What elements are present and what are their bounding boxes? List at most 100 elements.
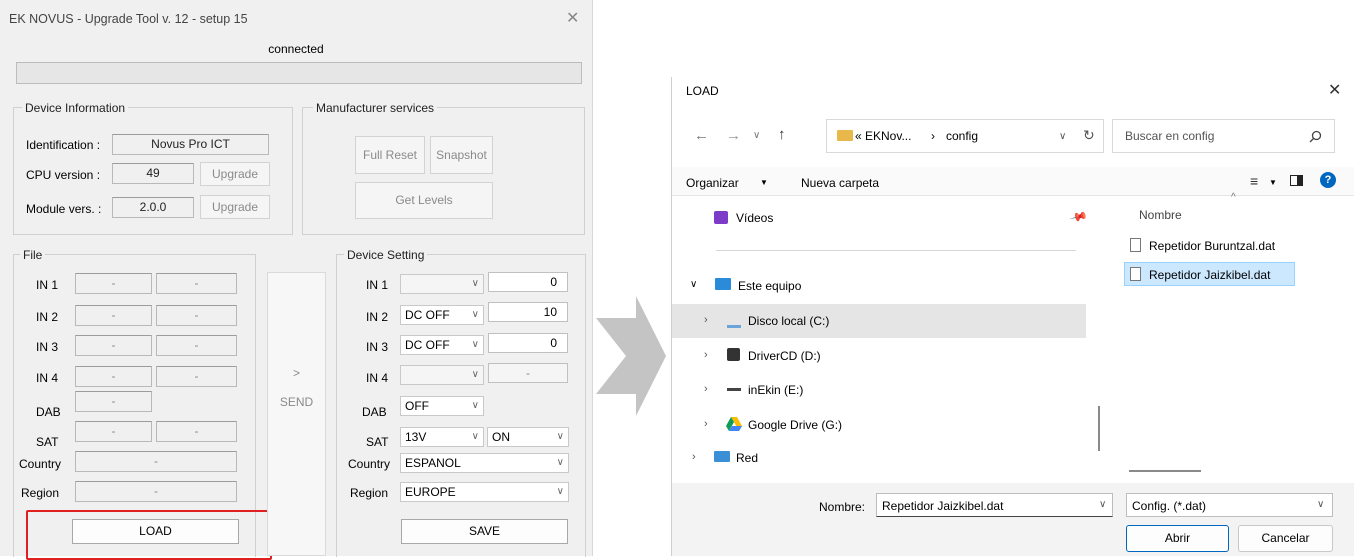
- chevron-down-icon: ∨: [556, 486, 564, 497]
- address-separator: ›: [931, 129, 935, 143]
- address-path-current[interactable]: config: [946, 129, 978, 143]
- setting-in1-level[interactable]: 0: [488, 272, 568, 292]
- expand-this-pc-icon[interactable]: ∨: [690, 279, 697, 290]
- get-levels-button[interactable]: Get Levels: [355, 182, 493, 219]
- setting-in1-combo[interactable]: ∨: [400, 274, 484, 294]
- filter-value: Config. (*.dat): [1132, 499, 1207, 513]
- address-path-parent[interactable]: « EKNov...: [855, 129, 911, 143]
- close-icon[interactable]: ✕: [1328, 80, 1341, 100]
- device-information-title: Device Information: [22, 101, 129, 115]
- nav-drive-d[interactable]: DriverCD (D:): [748, 349, 821, 363]
- organize-button[interactable]: Organizar: [686, 176, 739, 190]
- history-chevron-icon[interactable]: ∨: [753, 130, 760, 141]
- drive-c-icon: [727, 316, 741, 328]
- file-type-filter[interactable]: Config. (*.dat) ∨: [1126, 493, 1333, 517]
- file-sat-field-b: -: [156, 421, 237, 442]
- search-placeholder: Buscar en config: [1125, 129, 1215, 143]
- filter-dropdown-icon[interactable]: ∨: [1317, 499, 1324, 510]
- setting-in2-combo[interactable]: DC OFF ∨: [400, 305, 484, 325]
- module-upgrade-button[interactable]: Upgrade: [200, 195, 270, 219]
- file-icon: [1130, 267, 1141, 281]
- nav-network[interactable]: Red: [736, 451, 758, 465]
- setting-sat-combo[interactable]: 13V ∨: [400, 427, 484, 447]
- help-icon[interactable]: ?: [1320, 172, 1336, 188]
- file-dab-field: -: [75, 391, 152, 412]
- manufacturer-services-title: Manufacturer services: [313, 101, 438, 115]
- setting-sat-combo-2[interactable]: ON ∨: [487, 427, 569, 447]
- setting-country-combo-value: ESPANOL: [405, 456, 461, 470]
- setting-in4-combo[interactable]: ∨: [400, 365, 484, 385]
- preview-pane-icon[interactable]: [1290, 175, 1303, 186]
- view-caret-icon: ▼: [1269, 178, 1277, 187]
- identification-field: Novus Pro ICT: [112, 134, 269, 155]
- file-sat-label: SAT: [36, 435, 59, 449]
- nav-this-pc[interactable]: Este equipo: [738, 279, 801, 293]
- view-options-icon[interactable]: ≡: [1250, 173, 1258, 189]
- cpu-upgrade-button[interactable]: Upgrade: [200, 162, 270, 186]
- search-box[interactable]: Buscar en config: [1112, 119, 1335, 153]
- setting-region-combo[interactable]: EUROPE ∨: [400, 482, 569, 502]
- file-in3-field-a: -: [75, 335, 152, 356]
- file-in1-field-b: -: [156, 273, 237, 294]
- filename-dropdown-icon[interactable]: ∨: [1099, 499, 1106, 510]
- setting-in3-level[interactable]: 0: [488, 333, 568, 353]
- filename-input[interactable]: Repetidor Jaizkibel.dat ∨: [876, 493, 1113, 517]
- nav-drive-e[interactable]: inEkin (E:): [748, 383, 803, 397]
- window-title: EK NOVUS - Upgrade Tool v. 12 - setup 15: [9, 12, 248, 26]
- navigation-pane: Vídeos 📌 ∨ Este equipo › Disco local (C:…: [672, 196, 1100, 483]
- file-in3-label: IN 3: [36, 340, 59, 354]
- cpu-version-field: 49: [112, 163, 194, 184]
- chevron-down-icon: ∨: [471, 369, 479, 380]
- setting-sat-combo-value: 13V: [405, 430, 427, 444]
- setting-in4-level[interactable]: -: [488, 363, 568, 383]
- nav-divider: [716, 250, 1076, 251]
- dialog-footer: Nombre: Repetidor Jaizkibel.dat ∨ Config…: [672, 483, 1354, 556]
- expand-drive-d-icon[interactable]: ›: [704, 349, 708, 361]
- nav-drive-g[interactable]: Google Drive (G:): [748, 418, 842, 432]
- close-icon[interactable]: ✕: [566, 8, 579, 28]
- nav-scrollbar[interactable]: [1098, 406, 1100, 451]
- setting-country-label: Country: [348, 457, 391, 471]
- setting-in1-label: IN 1: [366, 278, 389, 292]
- address-dropdown-icon[interactable]: ∨: [1059, 131, 1066, 142]
- nav-videos[interactable]: Vídeos: [736, 211, 773, 225]
- setting-in3-combo[interactable]: DC OFF ∨: [400, 335, 484, 355]
- expand-drive-c-icon[interactable]: ›: [704, 314, 708, 326]
- send-button[interactable]: > SEND: [267, 272, 326, 556]
- file-item-jaizkibel[interactable]: Repetidor Jaizkibel.dat: [1149, 268, 1270, 282]
- videos-icon: [714, 211, 728, 224]
- back-icon[interactable]: ←: [694, 127, 709, 144]
- setting-country-combo[interactable]: ESPANOL ∨: [400, 453, 569, 473]
- file-region-field: -: [75, 481, 237, 502]
- setting-dab-combo[interactable]: OFF ∨: [400, 396, 484, 416]
- cancel-button[interactable]: Cancelar: [1238, 525, 1333, 552]
- load-button[interactable]: LOAD: [72, 519, 239, 544]
- expand-drive-g-icon[interactable]: ›: [704, 418, 708, 430]
- setting-in2-level[interactable]: 10: [488, 302, 568, 322]
- expand-network-icon[interactable]: ›: [692, 451, 696, 463]
- nav-drive-c[interactable]: Disco local (C:): [748, 314, 829, 328]
- expand-drive-e-icon[interactable]: ›: [704, 383, 708, 395]
- new-folder-button[interactable]: Nueva carpeta: [801, 176, 879, 190]
- file-country-field: -: [75, 451, 237, 472]
- chevron-down-icon: ∨: [471, 339, 479, 350]
- forward-icon[interactable]: →: [726, 127, 741, 144]
- toolbar: Organizar ▼ Nueva carpeta ≡ ▼ ?: [672, 167, 1354, 196]
- send-label: SEND: [279, 395, 314, 409]
- identification-label: Identification :: [26, 138, 101, 152]
- snapshot-button[interactable]: Snapshot: [430, 136, 493, 174]
- file-list-scrollbar[interactable]: [1129, 470, 1201, 472]
- progress-bar: [16, 62, 582, 84]
- full-reset-button[interactable]: Full Reset: [355, 136, 425, 174]
- refresh-icon[interactable]: ↻: [1083, 127, 1095, 144]
- chevron-down-icon: ∨: [556, 431, 564, 442]
- open-button[interactable]: Abrir: [1126, 525, 1229, 552]
- up-icon[interactable]: ↑: [778, 126, 786, 143]
- address-bar[interactable]: « EKNov... › config ∨ ↻: [826, 119, 1104, 153]
- file-in2-field-a: -: [75, 305, 152, 326]
- save-button[interactable]: SAVE: [401, 519, 568, 544]
- cpu-version-label: CPU version :: [26, 168, 101, 182]
- column-header-name[interactable]: Nombre: [1139, 208, 1182, 222]
- file-item-buruntzal[interactable]: Repetidor Buruntzal.dat: [1149, 239, 1275, 253]
- module-version-field: 2.0.0: [112, 197, 194, 218]
